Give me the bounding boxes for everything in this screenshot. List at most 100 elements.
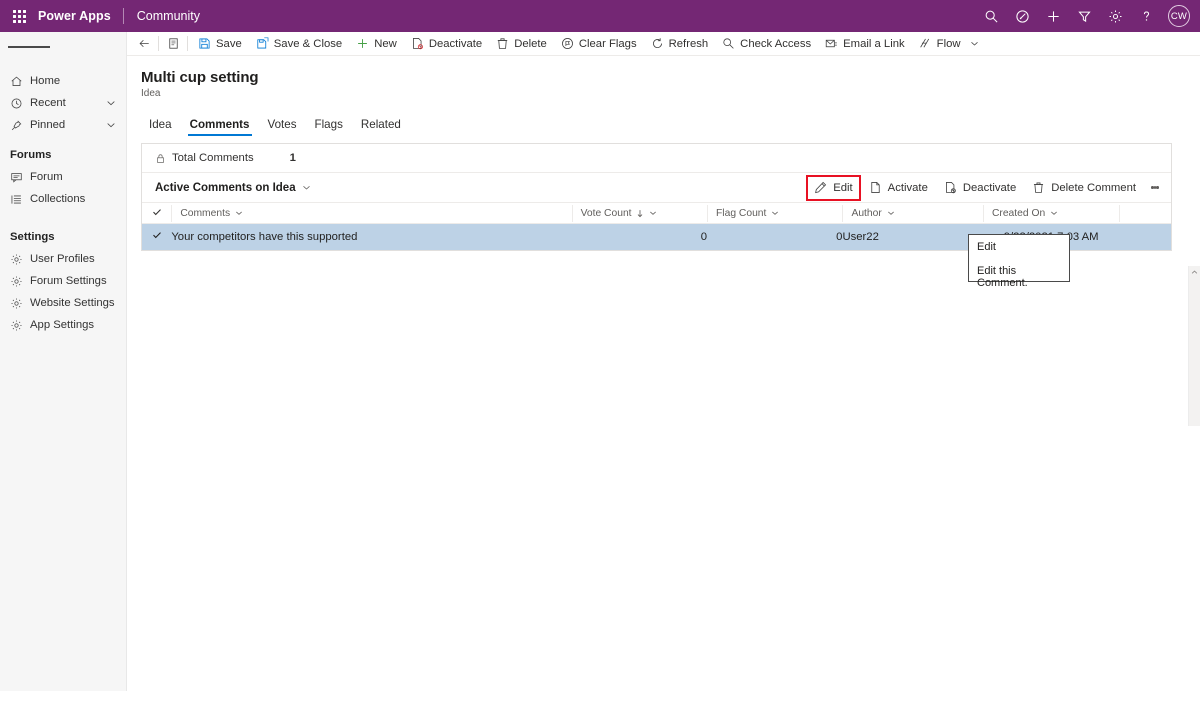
flow-chevron-down-icon[interactable] [968, 32, 984, 56]
app-header: Power Apps Community CW [0, 0, 1200, 32]
checkmark-icon [152, 231, 162, 243]
brand-name[interactable]: Power Apps [38, 9, 123, 23]
column-label: Created On [991, 207, 1046, 219]
sidebar-item-pinned[interactable]: Pinned [0, 114, 126, 136]
tab-flags[interactable]: Flags [306, 118, 352, 136]
sidebar-item-label: Home [30, 75, 61, 87]
cell-flag-count: 0 [707, 223, 843, 250]
deactivate-button[interactable]: Deactivate [936, 175, 1024, 201]
total-comments-value: 1 [289, 152, 296, 164]
save-icon [198, 37, 211, 50]
row-select-checkbox[interactable] [142, 223, 172, 250]
flow-button[interactable]: Flow [912, 32, 968, 56]
sidebar-item-user-profiles[interactable]: User Profiles [0, 248, 126, 270]
chevron-down-icon [887, 209, 895, 217]
delete-comment-button[interactable]: Delete Comment [1024, 175, 1144, 201]
chevron-down-icon [649, 209, 657, 217]
check-access-button[interactable]: Check Access [715, 32, 818, 56]
column-label: Author [851, 207, 882, 219]
command-label: Clear Flags [578, 37, 637, 50]
email-link-icon [825, 37, 838, 50]
app-header-actions: CW [976, 0, 1200, 32]
sidebar-item-label: App Settings [30, 319, 95, 331]
clear-flags-button[interactable]: Clear Flags [554, 32, 644, 56]
chevron-down-icon [302, 183, 311, 192]
back-arrow-icon[interactable] [133, 32, 155, 56]
sidebar-item-app-settings[interactable]: App Settings [0, 314, 126, 336]
sort-descending-icon [636, 209, 644, 218]
delete-icon [496, 37, 509, 50]
form-selector-icon[interactable] [162, 32, 184, 56]
gear-icon [10, 319, 30, 332]
command-label: Check Access [740, 37, 812, 50]
column-header-created-on[interactable]: Created On [982, 202, 1120, 224]
column-header-vote-count[interactable]: Vote Count [571, 202, 708, 224]
save-button[interactable]: Save [191, 32, 249, 56]
sidebar-item-collections[interactable]: Collections [0, 188, 126, 210]
plus-icon[interactable] [1038, 0, 1069, 32]
command-label: Deactivate [428, 37, 483, 50]
app-launcher-icon[interactable] [0, 9, 38, 23]
gear-icon [10, 297, 30, 310]
cell-author[interactable]: User22 [842, 223, 983, 250]
grid-command-label: Activate [887, 181, 928, 194]
collections-icon [10, 193, 30, 206]
email-a-link-button[interactable]: Email a Link [818, 32, 912, 56]
cell-vote-count: 0 [571, 223, 708, 250]
search-icon[interactable] [976, 0, 1007, 32]
tooltip-body: Edit this Comment. [977, 265, 1028, 289]
avatar[interactable]: CW [1168, 5, 1190, 27]
activate-icon [869, 181, 882, 194]
new-button[interactable]: New [349, 32, 404, 56]
delete-button[interactable]: Delete [489, 32, 554, 56]
sidebar-item-label: Pinned [30, 119, 66, 131]
chevron-down-icon [235, 209, 243, 217]
select-all-header[interactable] [142, 202, 172, 224]
overflow-menu-icon[interactable] [1144, 175, 1166, 201]
command-label: Flow [936, 37, 961, 50]
diagnostics-icon[interactable] [1007, 0, 1038, 32]
gear-icon[interactable] [1100, 0, 1131, 32]
sidebar-item-website-settings[interactable]: Website Settings [0, 292, 126, 314]
gear-icon [10, 253, 30, 266]
command-label: Save & Close [273, 37, 343, 50]
page-title: Multi cup setting [141, 69, 259, 86]
grid-actions: Edit Activate Deactivate Delete Comment [806, 174, 1171, 201]
app-name[interactable]: Community [124, 9, 200, 23]
view-selector[interactable]: Active Comments on Idea [155, 182, 311, 194]
column-header-author[interactable]: Author [842, 202, 983, 224]
command-label: Delete [514, 37, 547, 50]
deactivate-button[interactable]: Deactivate [404, 32, 489, 56]
column-header-flag-count[interactable]: Flag Count [707, 202, 843, 224]
activate-button[interactable]: Activate [861, 175, 936, 201]
edit-button[interactable]: Edit [806, 174, 861, 201]
command-label: Refresh [668, 37, 709, 50]
nav-toggle-icon[interactable] [0, 32, 126, 62]
panel-scrollbar[interactable] [1188, 266, 1200, 426]
sidebar-item-forum-settings[interactable]: Forum Settings [0, 270, 126, 292]
chevron-down-icon[interactable] [106, 98, 116, 111]
chevron-down-icon [1050, 209, 1058, 217]
help-icon[interactable] [1131, 0, 1162, 32]
sidebar-item-recent[interactable]: Recent [0, 92, 126, 114]
filter-icon[interactable] [1069, 0, 1100, 32]
tab-idea[interactable]: Idea [140, 118, 181, 136]
grid-command-label: Deactivate [962, 181, 1017, 194]
tab-votes[interactable]: Votes [259, 118, 306, 136]
cell-trailing [1119, 223, 1171, 250]
refresh-button[interactable]: Refresh [644, 32, 716, 56]
command-divider [187, 36, 188, 51]
tooltip-title: Edit [977, 241, 996, 253]
tab-comments[interactable]: Comments [181, 118, 259, 136]
sidebar-item-forum[interactable]: Forum [0, 166, 126, 188]
column-header-comments[interactable]: Comments [171, 202, 437, 224]
sidebar-item-home[interactable]: Home [0, 70, 126, 92]
cell-comment: Your competitors have this supported [171, 223, 437, 250]
clock-icon [10, 97, 30, 110]
save-and-close-button[interactable]: Save & Close [249, 32, 349, 56]
tab-related[interactable]: Related [352, 118, 410, 136]
view-selector-label: Active Comments on Idea [155, 181, 296, 194]
chevron-down-icon[interactable] [106, 120, 116, 133]
edit-icon [814, 181, 827, 194]
